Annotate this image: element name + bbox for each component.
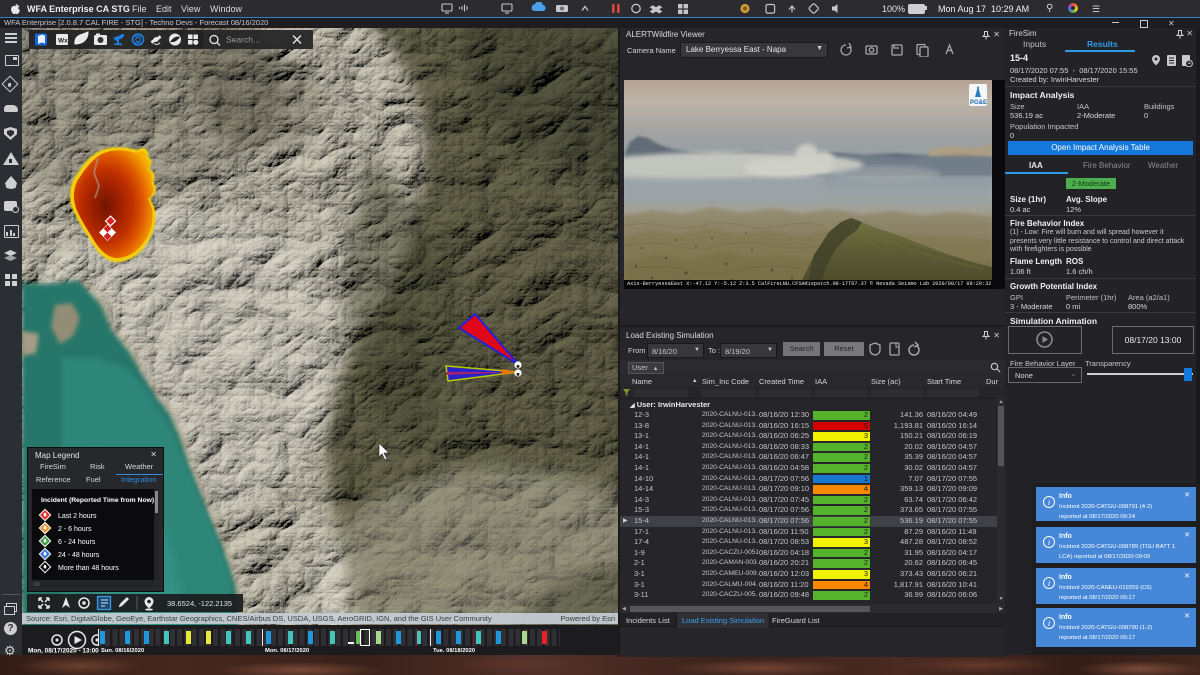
svg-text:2 - 6 hours: 2 - 6 hours (58, 526, 92, 533)
svg-text:PG&E: PG&E (970, 100, 987, 106)
svg-text:6 - 24 hours: 6 - 24 hours (58, 539, 96, 546)
svg-text:Search...: Search... (226, 35, 260, 45)
svg-text:More than 48 hours: More than 48 hours (58, 565, 119, 572)
svg-text:Last 2 hours: Last 2 hours (58, 513, 97, 520)
svg-text:Mon, 08/17/2020 - 13:00: Mon, 08/17/2020 - 13:00 (28, 648, 99, 655)
svg-text:24 - 48 hours: 24 - 48 hours (58, 552, 100, 559)
svg-text:Wx: Wx (58, 38, 68, 45)
svg-text:38.6524, -122.2135: 38.6524, -122.2135 (167, 599, 232, 608)
